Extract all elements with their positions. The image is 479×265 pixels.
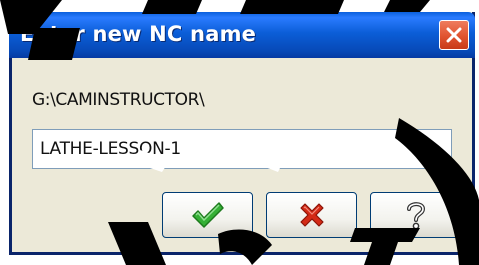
question-mark-icon [406,202,425,230]
nc-name-input[interactable] [32,129,452,169]
cancel-x-icon [299,203,324,227]
screen: Enter new NC name G:\CAMINSTRUCTOR\ [0,0,479,265]
dialog-title: Enter new NC name [20,22,257,46]
cancel-button[interactable] [266,192,357,238]
ok-button[interactable] [162,192,253,238]
close-button[interactable] [439,20,469,50]
nc-name-dialog: Enter new NC name G:\CAMINSTRUCTOR\ [9,12,475,255]
path-label: G:\CAMINSTRUCTOR\ [32,90,205,110]
help-button[interactable] [370,192,461,238]
checkmark-icon [191,202,224,228]
dialog-titlebar[interactable]: Enter new NC name [9,12,475,58]
close-icon [446,27,462,43]
